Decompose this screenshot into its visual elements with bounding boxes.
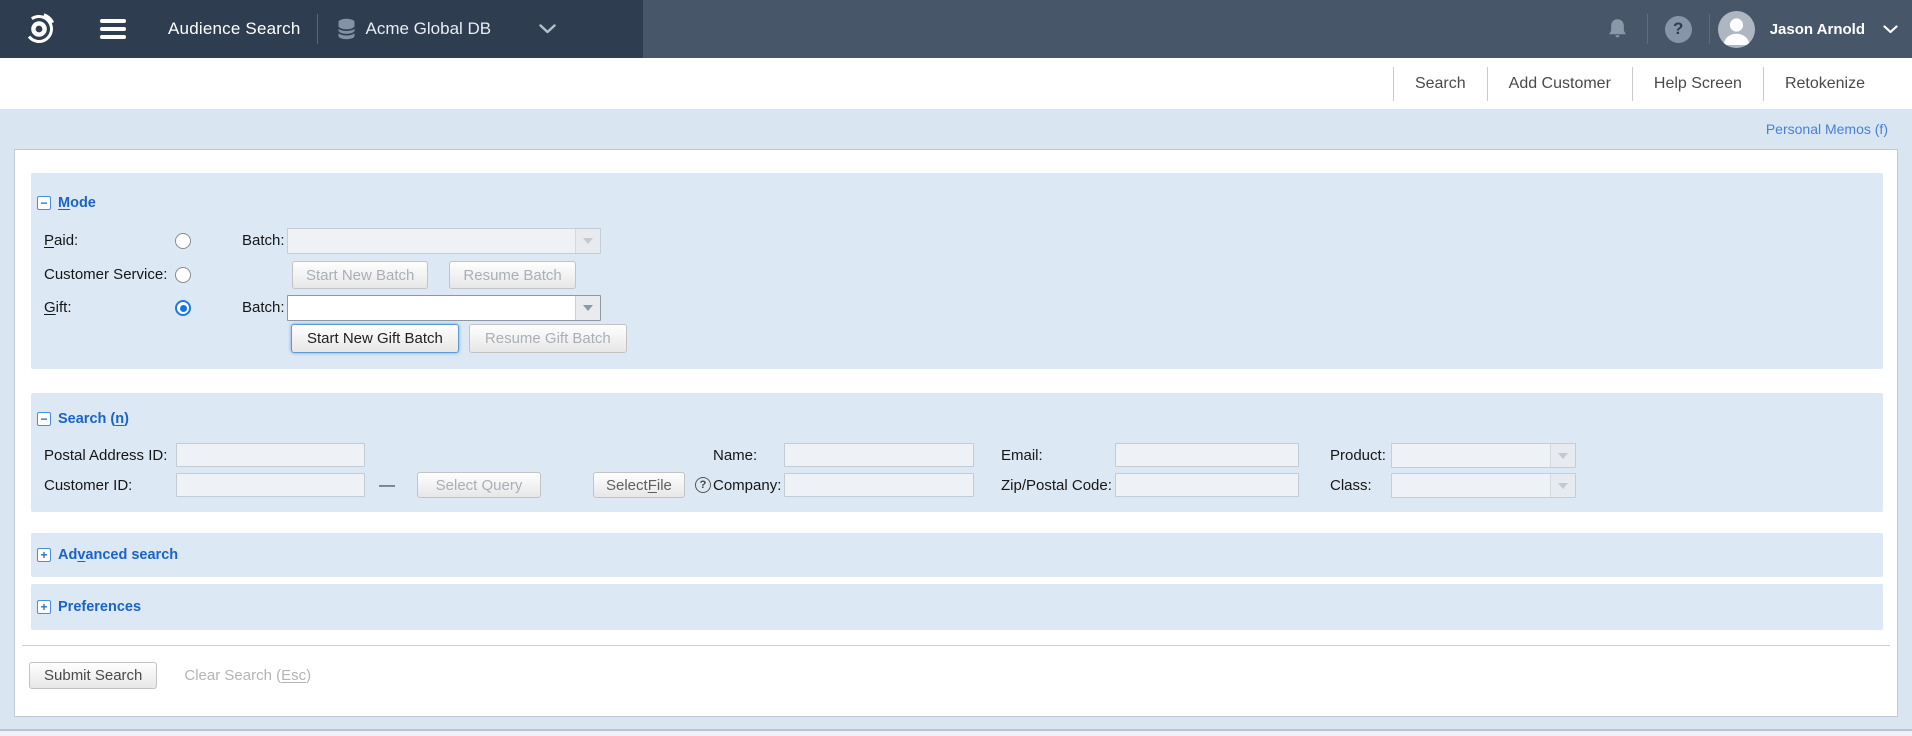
class-label: Class:	[1330, 476, 1372, 494]
postal-address-id-input[interactable]	[176, 443, 365, 467]
resume-batch-button: Resume Batch	[449, 261, 576, 289]
company-help-icon[interactable]: ?	[695, 477, 711, 493]
notifications-bell-icon[interactable]	[1605, 17, 1630, 42]
clear-search-link[interactable]: Clear Search (Esc)	[184, 667, 311, 684]
name-input[interactable]	[784, 443, 974, 467]
customer-id-label: Customer ID:	[44, 476, 133, 494]
product-combobox	[1391, 443, 1576, 468]
paid-label: Paid:	[44, 231, 79, 249]
postal-address-id-label: Postal Address ID:	[44, 446, 168, 464]
advanced-search-header[interactable]: + Advanced search	[37, 547, 178, 563]
search-section-title: Search (n)	[58, 411, 129, 427]
gift-batch-label: Batch:	[242, 298, 285, 316]
select-query-button: Select Query	[417, 472, 541, 498]
expand-icon[interactable]: +	[37, 548, 51, 562]
advanced-search-section: + Advanced search	[31, 533, 1883, 577]
mode-section-title: Mode	[58, 195, 96, 211]
database-chevron-down-icon[interactable]	[539, 24, 556, 34]
search-section-header[interactable]: − Search (n)	[37, 411, 129, 427]
preferences-title: Preferences	[58, 599, 142, 615]
personal-memos-link[interactable]: Personal Memos (f)	[1766, 121, 1888, 137]
nav-link-help-screen[interactable]: Help Screen	[1633, 75, 1763, 93]
select-file-button[interactable]: Select File	[593, 472, 685, 498]
toolbar-nav: Search Add Customer Help Screen Retokeni…	[0, 58, 1912, 109]
app-logo-icon	[25, 13, 55, 43]
header-divider	[1708, 14, 1710, 44]
zip-postal-code-label: Zip/Postal Code:	[1001, 476, 1112, 494]
preferences-section: + Preferences	[31, 584, 1883, 630]
help-icon[interactable]: ?	[1664, 15, 1692, 43]
header-divider	[317, 14, 319, 44]
start-new-gift-batch-button[interactable]: Start New Gift Batch	[291, 324, 459, 353]
advanced-search-title: Advanced search	[58, 547, 179, 563]
company-input[interactable]	[784, 473, 974, 497]
product-label: Product:	[1330, 446, 1386, 464]
expand-icon[interactable]: +	[37, 600, 51, 614]
batch-label: Batch:	[242, 231, 285, 249]
paid-radio[interactable]	[175, 233, 191, 249]
combo-arrow-icon[interactable]	[575, 296, 600, 320]
preferences-header[interactable]: + Preferences	[37, 599, 141, 615]
gift-batch-combobox[interactable]	[287, 295, 601, 321]
mode-section: − Mode Paid: Batch: Customer Service: St…	[31, 173, 1883, 369]
combo-arrow-icon	[1550, 444, 1575, 467]
batch-combobox	[287, 228, 601, 254]
customer-id-input[interactable]	[176, 473, 365, 497]
nav-link-search[interactable]: Search	[1394, 75, 1487, 93]
actions-divider	[22, 645, 1890, 646]
mode-section-header[interactable]: − Mode	[37, 195, 96, 211]
database-selector[interactable]: Acme Global DB	[365, 19, 491, 39]
class-combobox	[1391, 473, 1576, 498]
gift-label: Gift:	[44, 298, 72, 316]
app-header: Audience Search Acme Global DB ? Jason A…	[0, 0, 1912, 58]
user-name[interactable]: Jason Arnold	[1770, 21, 1865, 38]
actions-row: Submit Search Clear Search (Esc)	[29, 661, 1883, 689]
database-icon	[338, 18, 356, 40]
email-label: Email:	[1001, 446, 1043, 464]
company-label: Company:	[713, 476, 782, 494]
header-divider	[1646, 14, 1648, 44]
gift-radio[interactable]	[175, 300, 191, 316]
app-header-right: ? Jason Arnold	[643, 0, 1912, 58]
search-section: − Search (n) Postal Address ID: Name: Em…	[31, 393, 1883, 512]
submit-search-button[interactable]: Submit Search	[29, 661, 158, 689]
memos-row: Personal Memos (f)	[0, 109, 1912, 149]
gift-batch-buttons-row: Start New Gift Batch Resume Gift Batch	[291, 324, 627, 353]
footer-strip	[0, 729, 1912, 736]
customer-service-label: Customer Service:	[44, 265, 168, 283]
combo-arrow-icon	[575, 229, 600, 253]
nav-link-retokenize[interactable]: Retokenize	[1764, 75, 1886, 93]
nav-link-add-customer[interactable]: Add Customer	[1488, 75, 1632, 93]
range-dash: —	[379, 477, 395, 494]
search-form-card: − Mode Paid: Batch: Customer Service: St…	[14, 149, 1898, 717]
email-input[interactable]	[1115, 443, 1299, 467]
collapse-icon[interactable]: −	[37, 412, 51, 426]
combo-arrow-icon	[1550, 474, 1575, 497]
name-label: Name:	[713, 446, 758, 464]
app-title: Audience Search	[168, 19, 301, 38]
hamburger-menu-icon[interactable]	[100, 19, 126, 39]
zip-postal-code-input[interactable]	[1115, 473, 1299, 497]
customer-service-radio[interactable]	[175, 267, 191, 283]
resume-gift-batch-button: Resume Gift Batch	[468, 324, 627, 353]
user-avatar[interactable]	[1717, 10, 1755, 48]
start-new-batch-button: Start New Batch	[292, 261, 429, 289]
collapse-icon[interactable]: −	[37, 196, 51, 210]
batch-buttons-row: Start New Batch Resume Batch	[292, 261, 576, 289]
app-header-left: Audience Search Acme Global DB	[0, 0, 643, 58]
user-menu-chevron-down-icon[interactable]	[1883, 24, 1898, 34]
